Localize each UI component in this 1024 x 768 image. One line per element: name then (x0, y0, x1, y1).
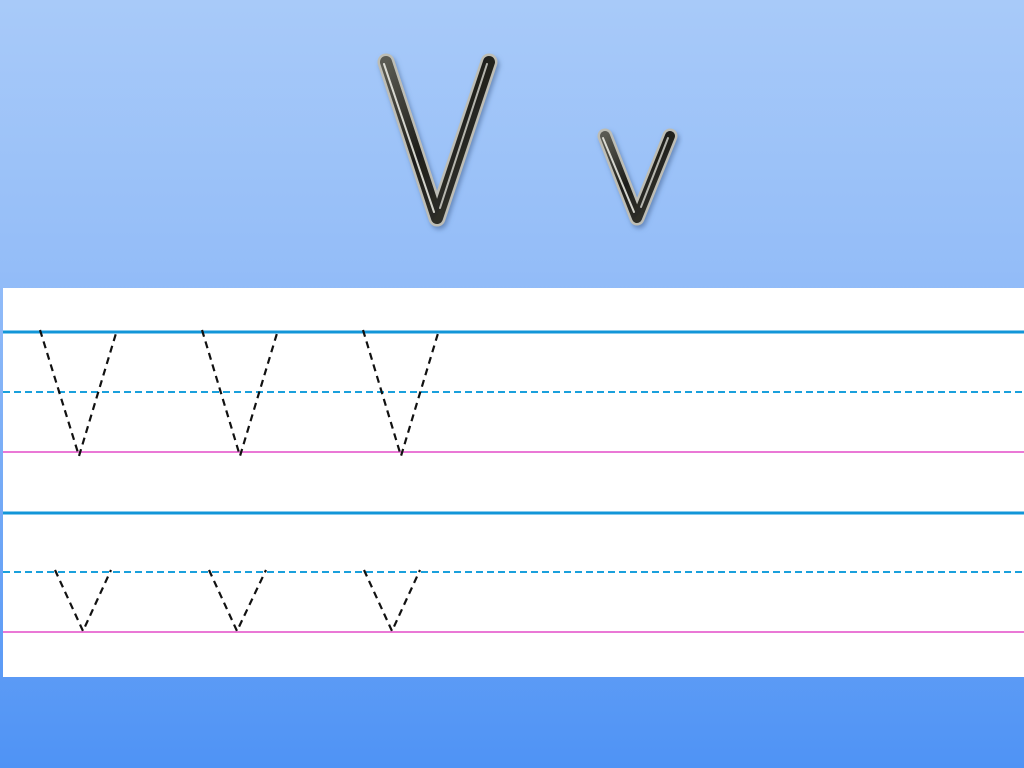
uppercase-letter: V (377, 53, 498, 227)
practice-sheet (3, 288, 1024, 677)
tracing-letter[interactable] (363, 569, 421, 634)
uppercase-practice-row (3, 329, 1024, 460)
title-letters: V v (0, 0, 1024, 285)
lowercase-practice-row (3, 511, 1024, 634)
tracing-letter[interactable] (54, 569, 112, 634)
tracing-letter[interactable] (208, 569, 267, 634)
lowercase-letter: v (597, 128, 678, 226)
worksheet-page: V v (0, 0, 1024, 768)
